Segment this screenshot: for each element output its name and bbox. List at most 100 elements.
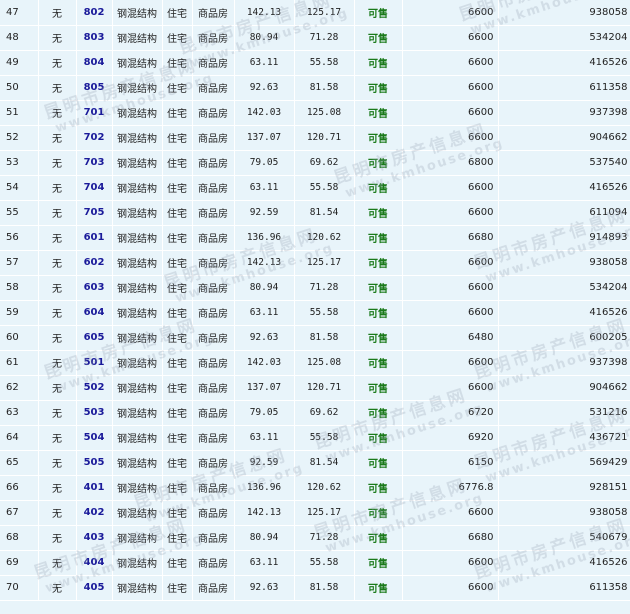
row-flag: 无 [38,500,77,526]
room-number[interactable]: 404 [76,550,113,576]
room-number[interactable]: 405 [76,575,113,601]
usage-type: 住宅 [162,425,193,451]
row-flag: 无 [38,0,77,26]
table-row: 59 无 604 钢混结构 住宅 商品房 63.11 55.58 可售 6600 416526 [0,300,630,326]
usage-type: 住宅 [162,325,193,351]
property-type: 商品房 [192,450,235,476]
row-number: 69 [0,550,39,576]
unit-price: 6920 [402,425,499,451]
property-type: 商品房 [192,0,235,26]
row-number: 66 [0,475,39,501]
table-row: 68 无 403 钢混结构 住宅 商品房 80.94 71.28 可售 6680 540679 [0,525,630,551]
total-price: 937398 [498,100,630,126]
structure-type: 钢混结构 [112,75,163,101]
structure-type: 钢混结构 [112,550,163,576]
room-number[interactable]: 705 [76,200,113,226]
room-number[interactable]: 401 [76,475,113,501]
room-number[interactable]: 701 [76,100,113,126]
row-flag: 无 [38,75,77,101]
building-area: 142.13 [234,0,295,26]
row-flag: 无 [38,475,77,501]
room-number[interactable]: 504 [76,425,113,451]
row-flag: 无 [38,150,77,176]
structure-type: 钢混结构 [112,300,163,326]
row-flag: 无 [38,300,77,326]
inner-area: 55.58 [294,300,355,326]
usage-type: 住宅 [162,550,193,576]
structure-type: 钢混结构 [112,525,163,551]
sale-status: 可售 [354,100,403,126]
usage-type: 住宅 [162,375,193,401]
building-area: 80.94 [234,25,295,51]
building-area: 142.03 [234,350,295,376]
total-price: 914893 [498,225,630,251]
inner-area: 69.62 [294,400,355,426]
total-price: 416526 [498,300,630,326]
structure-type: 钢混结构 [112,25,163,51]
total-price: 611358 [498,75,630,101]
structure-type: 钢混结构 [112,100,163,126]
building-area: 142.03 [234,100,295,126]
table-row: 64 无 504 钢混结构 住宅 商品房 63.11 55.58 可售 6920 436721 [0,425,630,451]
inner-area: 125.17 [294,0,355,26]
room-number[interactable]: 802 [76,0,113,26]
unit-price: 6600 [402,375,499,401]
room-number[interactable]: 402 [76,500,113,526]
inner-area: 81.58 [294,325,355,351]
building-area: 79.05 [234,150,295,176]
table-row: 60 无 605 钢混结构 住宅 商品房 92.63 81.58 可售 6480 600205 [0,325,630,351]
table-row: 52 无 702 钢混结构 住宅 商品房 137.07 120.71 可售 6600 904662 [0,125,630,151]
unit-price: 6600 [402,550,499,576]
row-flag: 无 [38,175,77,201]
property-type: 商品房 [192,375,235,401]
sale-status: 可售 [354,475,403,501]
unit-price: 6600 [402,275,499,301]
room-number[interactable]: 501 [76,350,113,376]
total-price: 569429 [498,450,630,476]
total-price: 937398 [498,350,630,376]
row-number: 60 [0,325,39,351]
property-type: 商品房 [192,325,235,351]
total-price: 436721 [498,425,630,451]
room-number[interactable]: 702 [76,125,113,151]
property-type: 商品房 [192,125,235,151]
table-row: 56 无 601 钢混结构 住宅 商品房 136.96 120.62 可售 6680 914893 [0,225,630,251]
inner-area: 69.62 [294,150,355,176]
room-number[interactable]: 605 [76,325,113,351]
total-price: 600205 [498,325,630,351]
room-number[interactable]: 703 [76,150,113,176]
table-row: 67 无 402 钢混结构 住宅 商品房 142.13 125.17 可售 6600 938058 [0,500,630,526]
total-price: 938058 [498,0,630,26]
row-number: 56 [0,225,39,251]
room-number[interactable]: 502 [76,375,113,401]
room-number[interactable]: 604 [76,300,113,326]
room-number[interactable]: 505 [76,450,113,476]
room-number[interactable]: 804 [76,50,113,76]
total-price: 938058 [498,500,630,526]
table-row: 61 无 501 钢混结构 住宅 商品房 142.03 125.08 可售 6600 937398 [0,350,630,376]
room-number[interactable]: 503 [76,400,113,426]
structure-type: 钢混结构 [112,150,163,176]
row-number: 57 [0,250,39,276]
sale-status: 可售 [354,150,403,176]
sale-status: 可售 [354,250,403,276]
room-number[interactable]: 805 [76,75,113,101]
room-number[interactable]: 803 [76,25,113,51]
sale-status: 可售 [354,500,403,526]
row-number: 47 [0,0,39,26]
room-number[interactable]: 603 [76,275,113,301]
table-row: 54 无 704 钢混结构 住宅 商品房 63.11 55.58 可售 6600 416526 [0,175,630,201]
usage-type: 住宅 [162,500,193,526]
unit-price: 6600 [402,175,499,201]
table-row: 62 无 502 钢混结构 住宅 商品房 137.07 120.71 可售 6600 904662 [0,375,630,401]
row-number: 58 [0,275,39,301]
unit-price: 6600 [402,350,499,376]
sale-status: 可售 [354,200,403,226]
room-number[interactable]: 601 [76,225,113,251]
room-number[interactable]: 602 [76,250,113,276]
table-row: 69 无 404 钢混结构 住宅 商品房 63.11 55.58 可售 6600 416526 [0,550,630,576]
room-number[interactable]: 403 [76,525,113,551]
room-number[interactable]: 704 [76,175,113,201]
table-row: 57 无 602 钢混结构 住宅 商品房 142.13 125.17 可售 6600 938058 [0,250,630,276]
row-number: 67 [0,500,39,526]
